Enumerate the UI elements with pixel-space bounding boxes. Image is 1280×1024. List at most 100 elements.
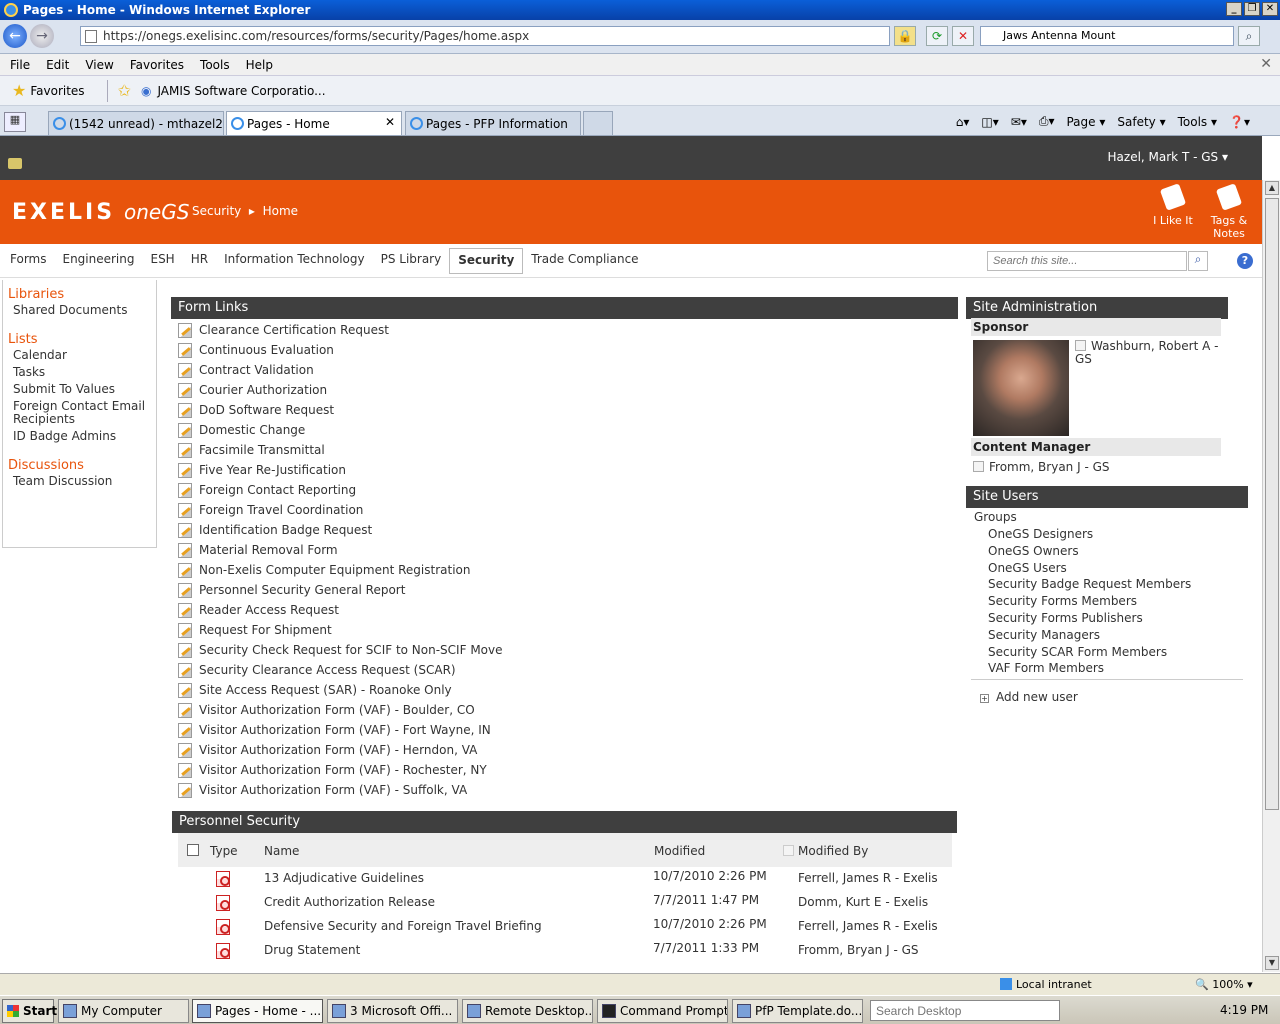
form-link-item[interactable]: Five Year Re-Justification [178, 460, 948, 480]
user-menu[interactable]: Hazel, Mark T - GS ▾ [1108, 150, 1228, 164]
document-name-link[interactable]: Drug Statement [264, 943, 360, 957]
close-menubar-icon[interactable]: ✕ [1260, 56, 1272, 72]
nav-engineering[interactable]: Engineering [54, 248, 142, 274]
nav-ps-library[interactable]: PS Library [373, 248, 450, 274]
help-icon[interactable]: ❓▾ [1229, 115, 1250, 129]
browser-search-input[interactable]: Jaws Antenna Mount [980, 26, 1234, 46]
select-all-checkbox[interactable] [187, 844, 199, 856]
add-new-user-link[interactable]: + Add new user [980, 690, 1078, 704]
modified-by[interactable]: Ferrell, James R - Exelis [798, 871, 938, 885]
form-link-item[interactable]: Clearance Certification Request [178, 320, 948, 340]
form-link-item[interactable]: Identification Badge Request [178, 520, 948, 540]
tab-pages-home[interactable]: Pages - Home ✕ [226, 111, 402, 135]
table-row[interactable]: Defensive Security and Foreign Travel Br… [178, 915, 952, 939]
nav-submit-to-values[interactable]: Submit To Values [8, 381, 156, 398]
group-link[interactable]: OneGS Users [988, 561, 1191, 578]
add-favorite-icon[interactable]: ✩ [118, 81, 131, 100]
menu-edit[interactable]: Edit [46, 58, 69, 72]
nav-esh[interactable]: ESH [142, 248, 182, 274]
nav-foreign-contact-email-recipients[interactable]: Foreign Contact Email Recipients [8, 400, 156, 426]
home-icon[interactable]: ⌂▾ [956, 115, 970, 129]
col-modified-by[interactable]: Modified By [798, 844, 868, 858]
form-link-item[interactable]: Visitor Authorization Form (VAF) - Hernd… [178, 740, 948, 760]
favorite-link-jamis[interactable]: JAMIS Software Corporatio... [157, 84, 325, 98]
mail-icon[interactable]: ✉▾ [1011, 115, 1027, 129]
col-modified[interactable]: Modified [654, 844, 705, 858]
form-link-item[interactable]: Visitor Authorization Form (VAF) - Roche… [178, 760, 948, 780]
address-input[interactable]: https://onegs.exelisinc.com/resources/fo… [80, 26, 890, 46]
sponsor-contact[interactable]: Washburn, Robert A - GS [1075, 340, 1225, 366]
nav-tasks[interactable]: Tasks [8, 364, 156, 381]
tab-pfp-information[interactable]: Pages - PFP Information [405, 111, 581, 135]
feeds-icon[interactable]: ◫▾ [981, 115, 998, 129]
refresh-button[interactable]: ⟳ [926, 26, 948, 46]
site-search-button[interactable]: ⌕ [1188, 251, 1208, 271]
tools-menu[interactable]: Tools ▾ [1178, 115, 1217, 129]
menu-file[interactable]: File [10, 58, 30, 72]
help-icon[interactable]: ? [1237, 253, 1253, 269]
close-button[interactable]: ✕ [1262, 2, 1278, 16]
form-link-item[interactable]: Site Access Request (SAR) - Roanoke Only [178, 680, 948, 700]
quick-tabs-icon[interactable]: ▦ [4, 112, 26, 132]
menu-favorites[interactable]: Favorites [130, 58, 184, 72]
form-link-item[interactable]: Facsimile Transmittal [178, 440, 948, 460]
form-link-item[interactable]: Request For Shipment [178, 620, 948, 640]
form-link-item[interactable]: Visitor Authorization Form (VAF) - Bould… [178, 700, 948, 720]
nav-trade-compliance[interactable]: Trade Compliance [523, 248, 646, 274]
form-link-item[interactable]: Continuous Evaluation [178, 340, 948, 360]
nav-security[interactable]: Security [449, 248, 524, 274]
nav-calendar[interactable]: Calendar [8, 347, 156, 364]
close-tab-icon[interactable]: ✕ [385, 115, 395, 129]
form-link-item[interactable]: Domestic Change [178, 420, 948, 440]
restore-button[interactable]: ❐ [1244, 2, 1260, 16]
form-link-item[interactable]: Non-Exelis Computer Equipment Registrati… [178, 560, 948, 580]
form-link-item[interactable]: Personnel Security General Report [178, 580, 948, 600]
task-remote-desktop[interactable]: Remote Desktop... [462, 999, 593, 1023]
lock-icon[interactable]: 🔒 [894, 26, 916, 46]
menu-help[interactable]: Help [246, 58, 273, 72]
modified-by[interactable]: Ferrell, James R - Exelis [798, 919, 938, 933]
scroll-down-icon[interactable]: ▼ [1265, 956, 1279, 970]
table-row[interactable]: Credit Authorization Release 7/7/2011 1:4… [178, 891, 952, 915]
zoom-level[interactable]: 🔍 100% ▾ [1195, 978, 1253, 991]
group-link[interactable]: OneGS Designers [988, 527, 1191, 544]
libraries-heading[interactable]: Libraries [8, 287, 156, 302]
forward-button[interactable]: → [30, 24, 54, 48]
form-link-item[interactable]: Visitor Authorization Form (VAF) - Fort … [178, 720, 948, 740]
vertical-scrollbar[interactable]: ▲ ▼ [1262, 180, 1280, 972]
back-button[interactable]: ← [3, 24, 27, 48]
form-link-item[interactable]: Courier Authorization [178, 380, 948, 400]
scroll-up-icon[interactable]: ▲ [1265, 181, 1279, 195]
col-name[interactable]: Name [264, 844, 299, 858]
form-link-item[interactable]: Security Check Request for SCIF to Non-S… [178, 640, 948, 660]
task-pfp-template[interactable]: PfP Template.do... [732, 999, 863, 1023]
i-like-it-button[interactable]: I Like It [1148, 183, 1198, 227]
group-link[interactable]: Security Forms Publishers [988, 611, 1191, 628]
discussions-heading[interactable]: Discussions [8, 458, 156, 473]
group-link[interactable]: Security SCAR Form Members [988, 645, 1191, 662]
page-menu[interactable]: Page ▾ [1066, 115, 1105, 129]
table-row[interactable]: 13 Adjudicative Guidelines 10/7/2010 2:26… [178, 867, 952, 891]
nav-forms[interactable]: Forms [2, 248, 54, 274]
modified-by[interactable]: Fromm, Bryan J - GS [798, 943, 919, 957]
menu-tools[interactable]: Tools [200, 58, 230, 72]
document-name-link[interactable]: Defensive Security and Foreign Travel Br… [264, 919, 542, 933]
group-link[interactable]: Security Forms Members [988, 594, 1191, 611]
stop-button[interactable]: ✕ [952, 26, 974, 46]
print-icon[interactable]: ⎙▾ [1039, 114, 1055, 129]
group-link[interactable]: Security Managers [988, 628, 1191, 645]
lists-heading[interactable]: Lists [8, 332, 156, 347]
desktop-search-input[interactable] [870, 1000, 1060, 1021]
nav-information-technology[interactable]: Information Technology [216, 248, 373, 274]
menu-view[interactable]: View [85, 58, 113, 72]
form-link-item[interactable]: Security Clearance Access Request (SCAR) [178, 660, 948, 680]
safety-menu[interactable]: Safety ▾ [1117, 115, 1165, 129]
form-link-item[interactable]: Contract Validation [178, 360, 948, 380]
nav-hr[interactable]: HR [183, 248, 216, 274]
form-link-item[interactable]: Foreign Contact Reporting [178, 480, 948, 500]
start-button[interactable]: Start [2, 999, 57, 1023]
site-search-input[interactable] [987, 251, 1187, 271]
col-type[interactable]: Type [210, 844, 238, 858]
task-my-computer[interactable]: My Computer [58, 999, 189, 1023]
modified-by[interactable]: Domm, Kurt E - Exelis [798, 895, 928, 909]
